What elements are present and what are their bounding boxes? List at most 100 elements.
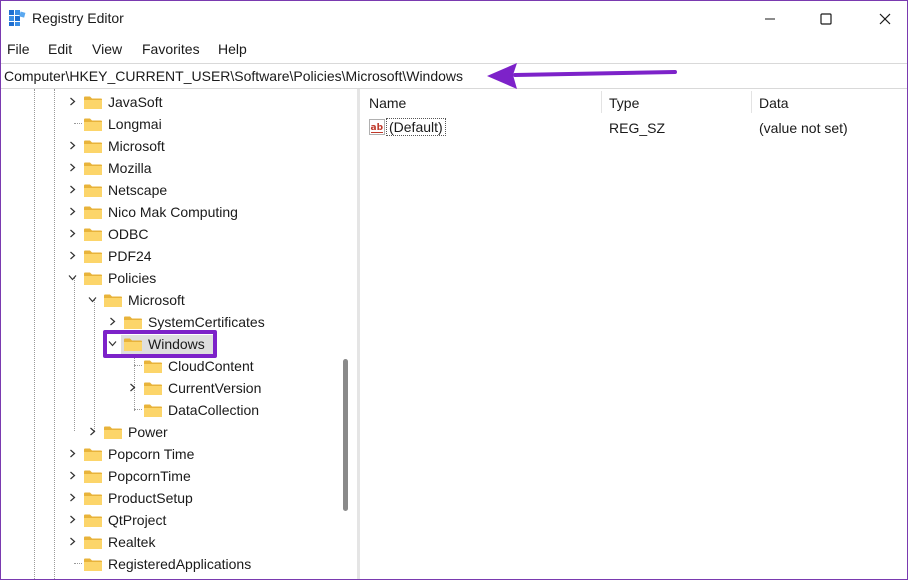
tree-node-label: RegisteredApplications [108, 556, 252, 572]
tree-node-label: Realtek [108, 534, 156, 550]
chevron-right-icon[interactable] [68, 229, 77, 238]
tree-node-label: Nico Mak Computing [108, 204, 238, 220]
tree-node-label: Longmai [108, 116, 162, 132]
address-path[interactable]: Computer\HKEY_CURRENT_USER\Software\Poli… [4, 68, 463, 84]
tree-node[interactable]: PDF24 [1, 245, 341, 267]
chevron-right-icon[interactable] [68, 141, 77, 150]
chevron-right-icon[interactable] [68, 185, 77, 194]
tree-node-label: SystemCertificates [148, 314, 265, 330]
registry-editor-window: Registry Editor File Edit View Favorites… [0, 0, 908, 580]
tree-node-label: Netscape [108, 182, 168, 198]
menu-file[interactable]: File [7, 41, 30, 57]
chevron-right-icon[interactable] [68, 251, 77, 260]
folder-icon [84, 448, 102, 461]
folder-icon [104, 294, 122, 307]
chevron-right-icon[interactable] [108, 317, 117, 326]
chevron-right-icon[interactable] [68, 97, 77, 106]
tree-node[interactable]: ODBC [1, 223, 341, 245]
column-header-name-label: Name [369, 95, 407, 111]
string-value-icon: ab [369, 119, 385, 135]
folder-icon [84, 228, 102, 241]
tree-node-label: Mozilla [108, 160, 152, 176]
close-icon [879, 13, 891, 25]
folder-icon [84, 140, 102, 153]
tree-node[interactable]: CloudContent [1, 355, 341, 377]
chevron-right-icon[interactable] [128, 383, 137, 392]
tree-node-label: ProductSetup [108, 490, 193, 506]
folder-icon [144, 360, 162, 373]
value-name[interactable]: (Default) [386, 118, 446, 136]
tree-node[interactable]: Nico Mak Computing [1, 201, 341, 223]
tree-node[interactable]: Realtek [1, 531, 341, 553]
pane-splitter[interactable] [357, 89, 360, 579]
chevron-right-icon[interactable] [68, 207, 77, 216]
tree-node[interactable]: Netscape [1, 179, 341, 201]
chevron-right-icon[interactable] [88, 427, 97, 436]
tree-node[interactable]: RegisteredApplications [1, 553, 341, 575]
tree-node[interactable]: CurrentVersion [1, 377, 341, 399]
registry-icon [9, 10, 26, 26]
folder-icon [84, 536, 102, 549]
tree-node[interactable]: Microsoft [1, 135, 341, 157]
tree-node-label: Power [128, 424, 168, 440]
chevron-right-icon[interactable] [68, 537, 77, 546]
folder-icon [144, 382, 162, 395]
minimize-icon [765, 18, 775, 20]
minimize-button[interactable] [741, 1, 799, 37]
chevron-down-icon[interactable] [88, 295, 97, 304]
folder-icon [84, 272, 102, 285]
folder-icon [84, 492, 102, 505]
menu-bar: File Edit View Favorites Help [1, 37, 907, 61]
folder-icon [124, 316, 142, 329]
tree-node[interactable]: Microsoft [1, 289, 341, 311]
folder-icon [84, 96, 102, 109]
tree-node[interactable]: JavaSoft [1, 91, 341, 113]
maximize-button[interactable] [797, 1, 855, 37]
tree-node-label: Microsoft [128, 292, 185, 308]
tree-node[interactable]: Popcorn Time [1, 443, 341, 465]
tree-node[interactable]: DataCollection [1, 399, 341, 421]
column-header-data[interactable]: Data [752, 89, 907, 117]
tree-node[interactable]: Mozilla [1, 157, 341, 179]
folder-icon [104, 426, 122, 439]
chevron-right-icon[interactable] [68, 471, 77, 480]
tree-node-label: QtProject [108, 512, 167, 528]
tree-node[interactable]: PopcornTime [1, 465, 341, 487]
tree-node[interactable]: Policies [1, 267, 341, 289]
tree-node-label: CloudContent [168, 358, 254, 374]
close-button[interactable] [856, 1, 907, 37]
chevron-right-icon[interactable] [68, 163, 77, 172]
tree-node[interactable]: Longmai [1, 113, 341, 135]
chevron-down-icon[interactable] [68, 273, 77, 282]
tree-node-label: Microsoft [108, 138, 165, 154]
menu-view[interactable]: View [92, 41, 122, 57]
folder-icon [84, 470, 102, 483]
menu-edit[interactable]: Edit [48, 41, 72, 57]
tree-node-label: DataCollection [168, 402, 260, 418]
folder-icon [84, 514, 102, 527]
tree-node-label: ODBC [108, 226, 149, 242]
annotation-arrow-icon [487, 63, 677, 89]
tree-node-label: JavaSoft [108, 94, 163, 110]
tree-node-label: Popcorn Time [108, 446, 195, 462]
tree-node[interactable]: ProductSetup [1, 487, 341, 509]
menu-favorites[interactable]: Favorites [142, 41, 200, 57]
column-header-name[interactable]: Name [361, 89, 601, 117]
chevron-right-icon[interactable] [68, 449, 77, 458]
tree-scrollbar-thumb[interactable] [343, 359, 348, 511]
column-header-data-label: Data [759, 95, 789, 111]
svg-text:ab: ab [371, 123, 384, 133]
folder-icon [84, 184, 102, 197]
folder-icon [84, 162, 102, 175]
value-data: (value not set) [759, 120, 848, 136]
chevron-right-icon[interactable] [68, 493, 77, 502]
tree-node-label: PopcornTime [108, 468, 191, 484]
tree-node[interactable]: Power [1, 421, 341, 443]
values-list[interactable]: Name Type Data ab (Default) REG_SZ (valu… [361, 89, 907, 579]
column-header-type[interactable]: Type [602, 89, 752, 117]
tree-node[interactable]: QtProject [1, 509, 341, 531]
chevron-right-icon[interactable] [68, 515, 77, 524]
folder-icon [84, 206, 102, 219]
menu-help[interactable]: Help [218, 41, 247, 57]
address-bar[interactable]: Computer\HKEY_CURRENT_USER\Software\Poli… [1, 63, 907, 89]
